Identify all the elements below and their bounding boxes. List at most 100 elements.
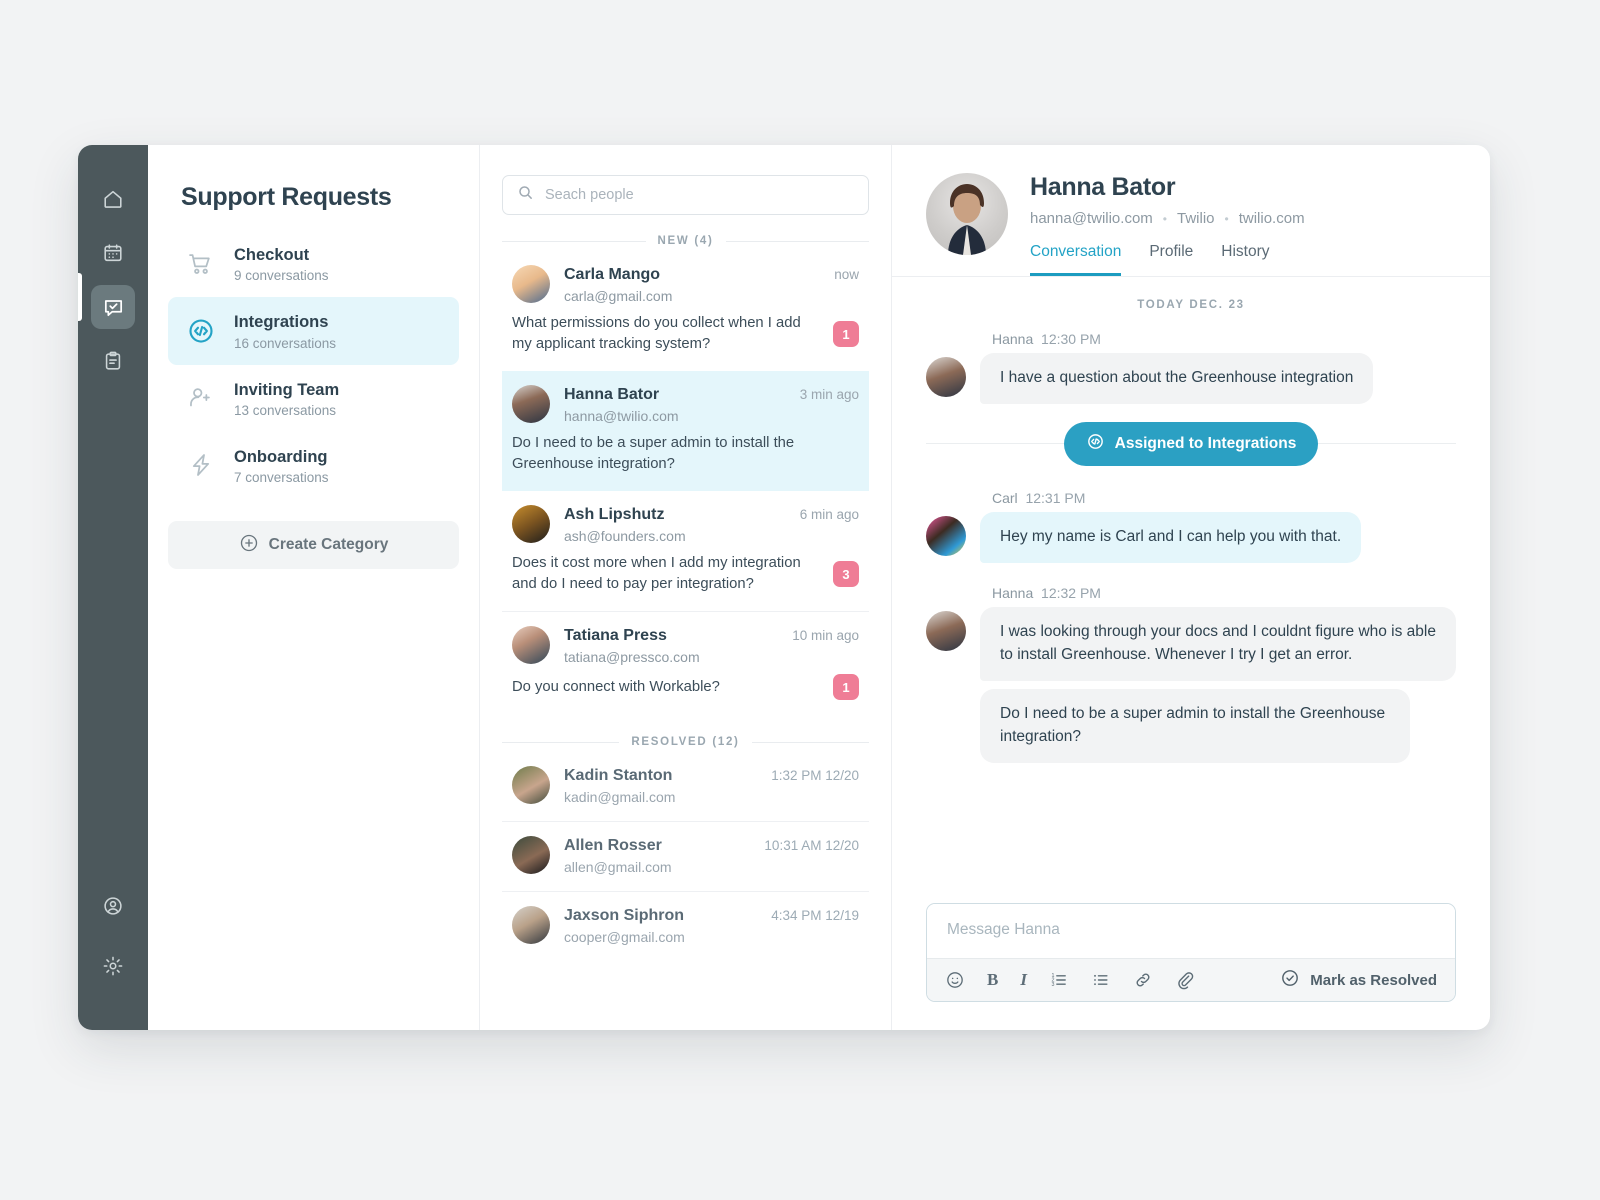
rail-item-settings[interactable]	[91, 944, 135, 988]
avatar	[512, 385, 550, 423]
message-input[interactable]	[947, 921, 1435, 939]
message-row: I was looking through your docs and I co…	[926, 606, 1456, 681]
conversation-item[interactable]: Carla Mango carla@gmail.com now What per…	[502, 251, 869, 371]
conversation-time: 10 min ago	[792, 628, 859, 643]
link-icon[interactable]	[1133, 970, 1153, 990]
message-author: Hanna	[992, 584, 1034, 601]
bold-icon[interactable]: B	[987, 970, 998, 990]
conversation-item-resolved[interactable]: Kadin Stanton kadin@gmail.com 1:32 PM 12…	[502, 752, 869, 821]
conversation-body: Does it cost more when I add my integrat…	[512, 553, 859, 595]
conversation-time: 10:31 AM 12/20	[764, 838, 859, 853]
message-avatar-placeholder	[926, 693, 966, 733]
conversation-list-panel: NEW (4) Carla Mango carla@gmail.com now …	[480, 145, 892, 1030]
user-plus-icon	[184, 384, 218, 412]
assignment-label: Assigned to Integrations	[1114, 434, 1297, 452]
composer-wrapper: B I 123	[892, 903, 1490, 1030]
bolt-icon	[184, 451, 218, 479]
composer-input-area[interactable]	[927, 904, 1455, 958]
tab-profile[interactable]: Profile	[1149, 243, 1193, 276]
rail-item-calendar[interactable]	[91, 231, 135, 275]
conversation-item[interactable]: Ash Lipshutz ash@founders.com 6 min ago …	[502, 491, 869, 611]
rail-bottom-group	[91, 884, 135, 1004]
conversation-header: Jaxson Siphron cooper@gmail.com 4:34 PM …	[512, 906, 859, 945]
assignment-divider: Assigned to Integrations	[926, 421, 1456, 466]
mark-as-resolved-button[interactable]: Mark as Resolved	[1280, 968, 1437, 992]
conversation-item-selected[interactable]: Hanna Bator hanna@twilio.com 3 min ago D…	[502, 371, 869, 491]
avatar	[512, 906, 550, 944]
composer-toolbar: B I 123 Mark as Resolved	[927, 958, 1455, 1001]
page-title: Support Requests	[181, 183, 392, 211]
resolved-section-label: RESOLVED (12)	[502, 736, 869, 748]
contact-avatar-portrait	[948, 184, 986, 255]
assignment-line-right	[1318, 443, 1456, 445]
message-time: 12:32 PM	[1041, 584, 1101, 601]
conversation-name: Kadin Stanton	[564, 767, 673, 784]
conversation-identity: Hanna Bator hanna@twilio.com	[564, 385, 786, 424]
rail-item-support[interactable]	[91, 285, 135, 329]
tab-conversation[interactable]: Conversation	[1030, 243, 1122, 276]
avatar	[512, 836, 550, 874]
category-item-checkout[interactable]: Checkout 9 conversations	[168, 230, 459, 297]
contact-avatar	[926, 173, 1008, 255]
rail-item-account[interactable]	[91, 884, 135, 928]
avatar	[512, 766, 550, 804]
italic-icon[interactable]: I	[1020, 970, 1027, 990]
message-group: Hanna 12:30 PM I have a question about t…	[926, 331, 1456, 404]
calendar-icon	[102, 242, 124, 264]
conversation-body: Do I need to be a super admin to install…	[512, 433, 859, 475]
message-bubble: Hey my name is Carl and I can help you w…	[980, 511, 1362, 563]
conversation-body: What permissions do you collect when I a…	[512, 313, 859, 355]
unread-badge: 3	[833, 561, 859, 587]
message-avatar	[926, 515, 966, 556]
meta-separator-icon: •	[1224, 211, 1229, 226]
emoji-icon[interactable]	[945, 970, 965, 990]
avatar	[512, 265, 550, 303]
category-count: 9 conversations	[234, 268, 329, 284]
message-group: Hanna 12:32 PM I was looking through you…	[926, 585, 1456, 763]
tab-history[interactable]: History	[1221, 243, 1269, 276]
conversation-item[interactable]: Tatiana Press tatiana@pressco.com 10 min…	[502, 611, 869, 716]
icon-rail	[78, 145, 148, 1030]
contact-info: Hanna Bator hanna@twilio.com • Twilio • …	[1030, 173, 1456, 276]
conversation-item-resolved[interactable]: Allen Rosser allen@gmail.com 10:31 AM 12…	[502, 821, 869, 891]
assignment-line-left	[926, 443, 1064, 445]
chat-check-icon	[102, 296, 125, 319]
conversation-preview: What permissions do you collect when I a…	[512, 315, 801, 352]
home-icon	[102, 188, 124, 210]
search-box[interactable]	[502, 175, 869, 215]
create-category-button[interactable]: Create Category	[168, 521, 459, 570]
message-meta: Hanna 12:32 PM	[992, 585, 1456, 601]
conversation-identity: Ash Lipshutz ash@founders.com	[564, 505, 786, 544]
category-item-onboarding[interactable]: Onboarding 7 conversations	[168, 432, 459, 499]
new-section-label-text: NEW (4)	[657, 235, 714, 247]
attachment-icon[interactable]	[1175, 970, 1195, 990]
conversation-identity: Kadin Stanton kadin@gmail.com	[564, 766, 757, 805]
category-item-integrations[interactable]: Integrations 16 conversations	[168, 297, 459, 365]
conversation-email: allen@gmail.com	[564, 859, 672, 875]
message-group: Carl 12:31 PM Hey my name is Carl and I …	[926, 490, 1456, 563]
rail-item-home[interactable]	[91, 177, 135, 221]
message-row: Hey my name is Carl and I can help you w…	[926, 511, 1456, 563]
conversation-preview: Does it cost more when I add my integrat…	[512, 555, 801, 592]
search-input[interactable]	[545, 187, 854, 203]
chat-tabs: Conversation Profile History	[1030, 243, 1456, 276]
rail-item-tasks[interactable]	[91, 339, 135, 383]
category-item-inviting-team[interactable]: Inviting Team 13 conversations	[168, 365, 459, 432]
message-time: 12:31 PM	[1025, 489, 1086, 506]
message-row: Do I need to be a super admin to install…	[926, 688, 1456, 763]
bullet-list-icon[interactable]	[1091, 970, 1111, 990]
conversation-time: now	[834, 267, 859, 282]
conversation-item-resolved[interactable]: Jaxson Siphron cooper@gmail.com 4:34 PM …	[502, 891, 869, 961]
message-meta: Carl 12:31 PM	[992, 490, 1456, 506]
conversation-name: Allen Rosser	[564, 837, 662, 854]
conversation-header: Allen Rosser allen@gmail.com 10:31 AM 12…	[512, 836, 859, 875]
ordered-list-icon[interactable]: 123	[1049, 970, 1069, 990]
message-avatar	[926, 357, 966, 397]
chat-panel: Hanna Bator hanna@twilio.com • Twilio • …	[892, 145, 1490, 1030]
new-section-label: NEW (4)	[502, 235, 869, 247]
conversation-time: 4:34 PM 12/19	[771, 908, 859, 923]
conversation-body: Do you connect with Workable? 1	[512, 674, 859, 700]
conversation-header: Hanna Bator hanna@twilio.com 3 min ago	[512, 385, 859, 424]
user-circle-icon	[102, 895, 124, 917]
assignment-pill[interactable]: Assigned to Integrations	[1063, 421, 1319, 466]
